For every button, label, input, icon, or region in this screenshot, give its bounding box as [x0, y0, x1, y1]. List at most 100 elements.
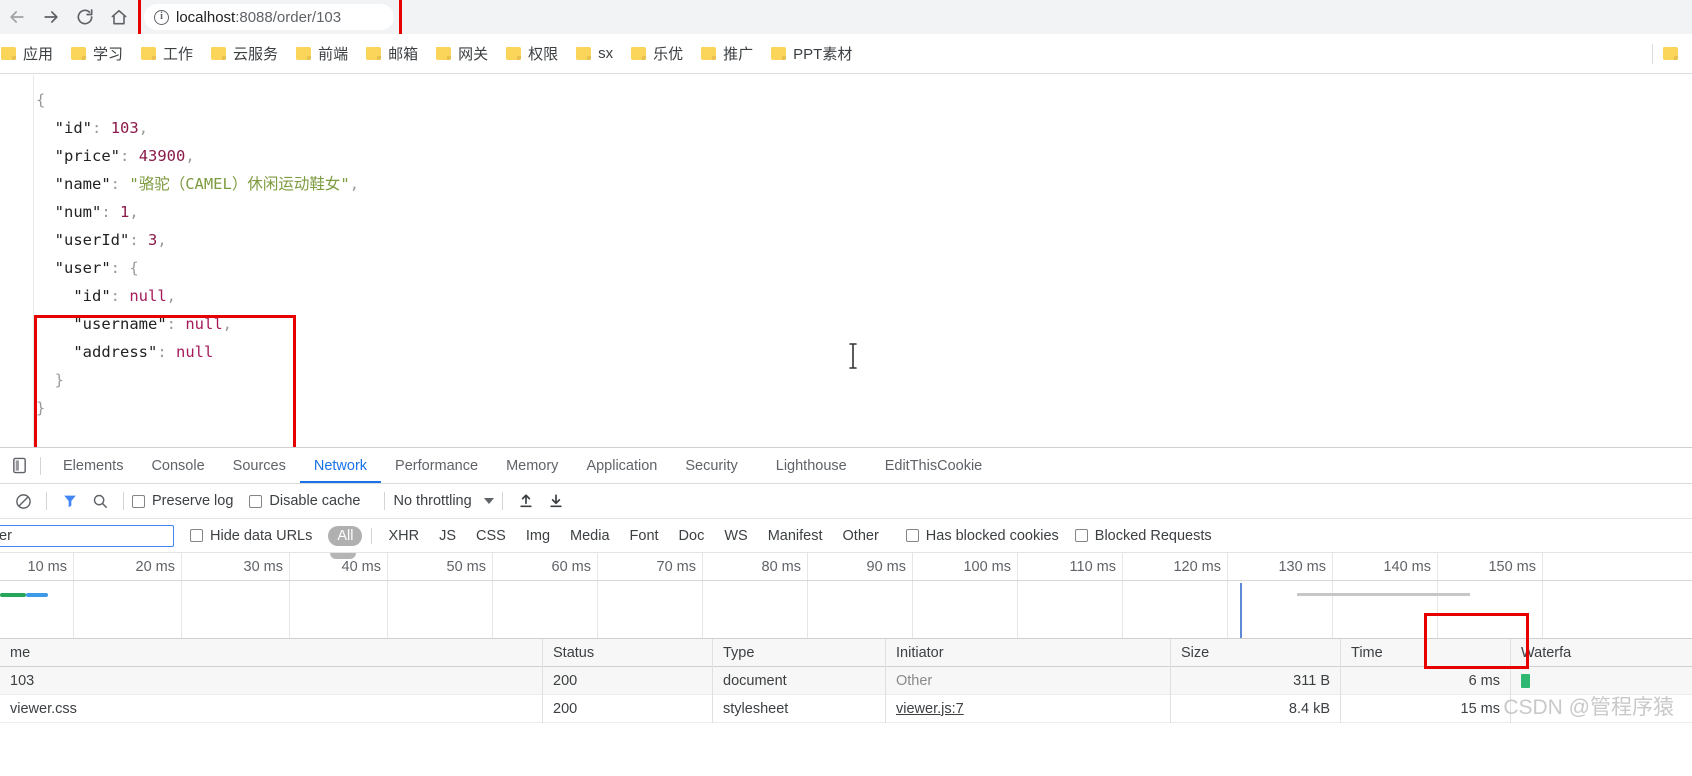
timeline-tick-label: 90 ms	[866, 559, 907, 575]
column-header-time[interactable]: Time	[1341, 638, 1511, 667]
column-header-name[interactable]: me	[0, 638, 543, 667]
url-host: localhost	[176, 8, 236, 26]
table-row[interactable]: 103 200 document Other 311 B 6 ms	[0, 666, 1692, 695]
json-token-colon: :	[110, 287, 120, 305]
type-filter-ws[interactable]: WS	[715, 526, 756, 546]
bookmark-apps[interactable]: 应用	[0, 39, 62, 68]
timeline-tick-label: 60 ms	[551, 559, 592, 575]
network-request-table: me Status Type Initiator Size Time Water…	[0, 613, 1692, 723]
type-filter-xhr[interactable]: XHR	[379, 526, 428, 546]
table-row[interactable]: viewer.css 200 stylesheet viewer.js:7 8.…	[0, 694, 1692, 723]
bookmark-work[interactable]: 工作	[132, 39, 202, 68]
tab-performance[interactable]: Performance	[381, 448, 492, 483]
json-token-colon: :	[110, 259, 121, 277]
forward-button[interactable]	[34, 0, 68, 34]
filter-input[interactable]: er	[0, 524, 174, 547]
checkbox-box	[190, 529, 203, 542]
cell-initiator[interactable]: viewer.js:7	[886, 694, 1171, 723]
folder-icon	[506, 47, 522, 60]
type-filter-font[interactable]: Font	[621, 526, 668, 546]
initiator-link[interactable]: viewer.js:7	[896, 701, 964, 717]
bookmark-cloud[interactable]: 云服务	[202, 39, 287, 68]
bookmark-mail[interactable]: 邮箱	[357, 39, 427, 68]
import-har-icon[interactable]	[511, 486, 541, 516]
bookmark-gateway[interactable]: 网关	[427, 39, 497, 68]
timeline-tick-label: 30 ms	[243, 559, 284, 575]
type-filter-doc[interactable]: Doc	[670, 526, 714, 546]
home-button[interactable]	[102, 0, 136, 34]
back-button[interactable]	[0, 0, 34, 34]
cell-waterfall	[1511, 667, 1692, 695]
bookmark-promotion[interactable]: 推广	[692, 39, 762, 68]
type-filter-manifest[interactable]: Manifest	[759, 526, 832, 546]
tab-network[interactable]: Network	[300, 448, 381, 483]
json-token-colon: :	[166, 315, 176, 333]
toolbar-divider	[501, 492, 503, 510]
preserve-log-checkbox[interactable]: Preserve log	[132, 493, 233, 509]
address-bar[interactable]: i localhost:8088/order/103	[144, 4, 394, 30]
json-token-null: null	[176, 343, 214, 361]
timeline-tick-label: 20 ms	[135, 559, 176, 575]
omnibox-container: i localhost:8088/order/103	[138, 0, 402, 38]
timeline-scroll-handle[interactable]	[330, 553, 356, 559]
json-token-punct: }	[36, 399, 46, 417]
bookmarks-overflow-folder-icon[interactable]	[1663, 47, 1678, 60]
bookmark-ppt[interactable]: PPT素材	[762, 39, 861, 68]
disable-cache-checkbox[interactable]: Disable cache	[249, 493, 360, 509]
clear-icon[interactable]	[8, 486, 38, 516]
column-header-size[interactable]: Size	[1171, 638, 1341, 667]
bookmark-label: 工作	[163, 46, 194, 63]
network-toolbar: Preserve log Disable cache No throttling	[0, 484, 1692, 519]
column-header-waterfall[interactable]: Waterfa	[1511, 639, 1692, 667]
site-info-icon[interactable]: i	[154, 9, 169, 25]
throttling-dropdown[interactable]: No throttling	[393, 493, 494, 509]
hide-data-urls-checkbox[interactable]: Hide data URLs	[190, 528, 312, 544]
type-filter-all[interactable]: All	[328, 525, 363, 546]
export-har-icon[interactable]	[541, 486, 571, 516]
tab-memory[interactable]: Memory	[492, 448, 572, 483]
timeline-tick: 110 ms	[1018, 553, 1123, 638]
bookmark-study[interactable]: 学习	[62, 39, 132, 68]
bookmark-permission[interactable]: 权限	[497, 39, 567, 68]
folder-icon	[771, 47, 787, 60]
reload-button[interactable]	[68, 0, 102, 34]
tab-editthiscookie[interactable]: EditThisCookie	[861, 448, 997, 483]
tab-application[interactable]: Application	[572, 448, 671, 483]
json-token-colon: :	[101, 203, 111, 221]
json-token-sp	[167, 343, 176, 361]
network-timeline-overview[interactable]: 150 ms 140 ms 130 ms 120 ms 110 ms 100 ms 90 m…	[0, 553, 1692, 639]
tab-lighthouse[interactable]: Lighthouse	[752, 448, 861, 483]
type-filter-js[interactable]: JS	[430, 526, 465, 546]
type-filter-other[interactable]: Other	[834, 526, 888, 546]
bookmark-label: PPT素材	[793, 46, 853, 63]
type-filter-img[interactable]: Img	[517, 526, 559, 546]
type-filter-css[interactable]: CSS	[467, 526, 515, 546]
column-header-type[interactable]: Type	[713, 638, 886, 667]
tab-elements[interactable]: Elements	[49, 448, 137, 483]
column-header-status[interactable]: Status	[543, 638, 713, 667]
column-header-initiator[interactable]: Initiator	[886, 638, 1171, 667]
timeline-tick: 70 ms	[598, 553, 703, 638]
blocked-requests-checkbox[interactable]: Blocked Requests	[1074, 528, 1212, 544]
bookmark-sx[interactable]: sx	[567, 41, 622, 66]
filter-icon[interactable]	[55, 486, 85, 516]
bookmark-label: 学习	[93, 46, 124, 63]
search-icon[interactable]	[85, 486, 115, 516]
json-token-num: 3	[148, 231, 158, 249]
has-blocked-cookies-checkbox[interactable]: Has blocked cookies	[905, 528, 1059, 544]
json-token-colon: :	[120, 147, 130, 165]
tab-console[interactable]: Console	[137, 448, 218, 483]
tab-security[interactable]: Security	[671, 448, 751, 483]
tab-sources[interactable]: Sources	[219, 448, 300, 483]
json-token-colon: :	[110, 175, 121, 193]
bookmark-frontend[interactable]: 前端	[287, 39, 357, 68]
folder-icon	[296, 47, 312, 60]
checkbox-box	[905, 529, 919, 542]
folder-icon	[71, 47, 87, 60]
dock-position-icon[interactable]	[6, 453, 32, 479]
json-content[interactable]: { "id": 103, "price": 43900, "name": "骆驼…	[36, 86, 359, 422]
browser-toolbar: i localhost:8088/order/103	[0, 0, 1692, 38]
json-viewer: { "id": 103, "price": 43900, "name": "骆驼…	[0, 75, 1692, 447]
bookmark-leyou[interactable]: 乐优	[622, 39, 692, 68]
type-filter-media[interactable]: Media	[561, 526, 619, 546]
